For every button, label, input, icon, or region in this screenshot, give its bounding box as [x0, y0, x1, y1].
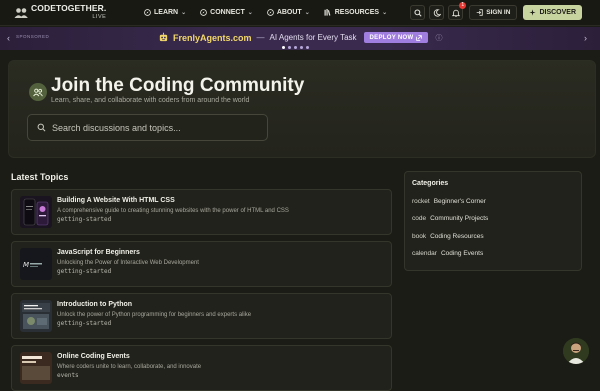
search-button[interactable] [410, 5, 426, 20]
categories-panel: Categories rocket Beginner's Corner code C… [404, 171, 582, 271]
carousel-dot[interactable] [306, 46, 309, 49]
nav-about[interactable]: ABOUT ⌄ [266, 9, 310, 16]
book-icon: book [412, 233, 427, 240]
sign-in-button[interactable]: SIGN IN [469, 5, 518, 20]
brand-sub: LIVE [92, 14, 107, 20]
compass-icon [144, 9, 151, 16]
topic-thumbnail [20, 352, 52, 384]
avatar [563, 338, 589, 364]
topic-description: A comprehensive guide to creating stunni… [57, 208, 289, 214]
topic-description: Unlocking the Power of Interactive Web D… [57, 260, 199, 266]
sponsored-label: SPONSORED [16, 34, 50, 39]
rocket-icon: rocket [412, 198, 430, 205]
nav-connect-label: CONNECT [210, 9, 245, 16]
topic-tag[interactable]: events [57, 372, 79, 379]
hero-subtitle: Learn, share, and collaborate with coder… [51, 97, 250, 104]
community-icon [29, 83, 47, 101]
sponsor-tagline: AI Agents for Every Task [269, 33, 357, 42]
site-logo[interactable]: CODETOGETHER. LIVE [14, 4, 126, 21]
topic-thumbnail [20, 300, 52, 332]
sign-in-label: SIGN IN [486, 9, 511, 16]
robot-icon [159, 32, 168, 42]
svg-text:M: M [23, 261, 29, 269]
topic-card[interactable]: Building A Website With HTML CSS A compr… [11, 189, 392, 235]
next-arrow-icon[interactable]: › [584, 33, 587, 43]
latest-topics-heading: Latest Topics [11, 172, 69, 182]
topic-title[interactable]: Introduction to Python [57, 301, 132, 308]
main-nav: LEARN ⌄ CONNECT ⌄ ABOUT ⌄ RESOURCES ⌄ [144, 9, 401, 16]
books-icon [324, 9, 331, 16]
nav-resources-label: RESOURCES [334, 9, 380, 16]
chevron-down-icon: ⌄ [382, 10, 388, 16]
search-input[interactable] [52, 122, 252, 133]
chat-avatar-button[interactable] [563, 338, 589, 364]
top-navbar: CODETOGETHER. LIVE LEARN ⌄ CONNECT ⌄ ABOUT… [0, 0, 600, 26]
category-label: Coding Resources [430, 233, 484, 240]
carousel-dot[interactable] [294, 46, 297, 49]
nav-about-label: ABOUT [276, 9, 302, 16]
carousel-dots [282, 46, 312, 49]
categories-heading: Categories [412, 180, 449, 187]
discussion-search[interactable] [27, 114, 268, 141]
discover-label: DISCOVER [539, 9, 576, 16]
nav-learn-label: LEARN [154, 9, 179, 16]
category-item[interactable]: code Community Projects [412, 215, 488, 222]
topic-description: Where coders unite to learn, collaborate… [57, 364, 202, 370]
sparkle-icon [529, 9, 537, 16]
category-item[interactable]: book Coding Resources [412, 233, 484, 240]
topic-thumbnail: M [20, 248, 52, 280]
users-icon [14, 7, 28, 18]
topic-thumbnail [20, 196, 52, 228]
search-icon [414, 8, 422, 17]
sign-in-icon [476, 9, 483, 16]
topic-card[interactable]: M JavaScript for Beginners Unlocking the… [11, 241, 392, 287]
sponsor-brand[interactable]: FrenlyAgents.com [173, 33, 252, 43]
moon-icon [433, 8, 441, 17]
category-item[interactable]: rocket Beginner's Corner [412, 198, 486, 205]
carousel-dot[interactable] [282, 46, 285, 49]
sponsor-content: FrenlyAgents.com — AI Agents for Every T… [158, 32, 442, 43]
hero-section: Join the Coding Community Learn, share, … [8, 60, 596, 158]
deploy-now-button[interactable]: DEPLOY NOW [363, 32, 429, 43]
prev-arrow-icon[interactable]: ‹ [7, 33, 10, 43]
notifications-button[interactable]: 1 [448, 2, 467, 20]
external-link-icon [416, 34, 423, 41]
topic-title[interactable]: JavaScript for Beginners [57, 249, 140, 256]
brand-name: CODETOGETHER. [31, 3, 107, 13]
carousel-dot[interactable] [300, 46, 303, 49]
chevron-down-icon: ⌄ [247, 10, 253, 16]
info-icon[interactable]: ⓘ [435, 33, 442, 43]
code-icon: code [412, 215, 427, 222]
chevron-down-icon: ⌄ [304, 10, 310, 16]
topic-title[interactable]: Building A Website With HTML CSS [57, 197, 175, 204]
search-icon [37, 123, 46, 132]
discover-button[interactable]: DISCOVER [523, 5, 582, 20]
theme-toggle-button[interactable] [429, 5, 445, 20]
chevron-down-icon: ⌄ [181, 10, 187, 16]
topic-tag[interactable]: getting-started [57, 216, 111, 223]
deploy-now-label: DEPLOY NOW [369, 34, 414, 41]
compass-icon [266, 9, 274, 16]
category-label: Community Projects [430, 215, 489, 222]
carousel-dot[interactable] [288, 46, 291, 49]
topic-description: Unlock the power of Python programming f… [57, 312, 252, 318]
nav-resources[interactable]: RESOURCES ⌄ [324, 9, 387, 16]
topic-tag[interactable]: getting-started [57, 268, 111, 275]
header-tools: 1 SIGN IN DISCOVER [406, 2, 582, 20]
category-label: Beginner's Corner [433, 198, 486, 205]
category-item[interactable]: calendar Coding Events [412, 250, 483, 257]
topic-tag[interactable]: getting-started [57, 320, 111, 327]
calendar-icon: calendar [412, 250, 437, 257]
bell-icon [451, 9, 460, 17]
compass-icon [200, 9, 208, 16]
topic-card[interactable]: Online Coding Events Where coders unite … [11, 345, 392, 391]
nav-learn[interactable]: LEARN ⌄ [144, 9, 186, 16]
nav-connect[interactable]: CONNECT ⌄ [200, 9, 253, 16]
hero-title: Join the Coding Community [51, 75, 305, 96]
category-label: Coding Events [440, 250, 484, 257]
notification-badge: 1 [459, 2, 467, 9]
topic-title[interactable]: Online Coding Events [57, 353, 130, 360]
sponsor-dash: — [256, 33, 265, 42]
topic-card[interactable]: Introduction to Python Unlock the power … [11, 293, 392, 339]
